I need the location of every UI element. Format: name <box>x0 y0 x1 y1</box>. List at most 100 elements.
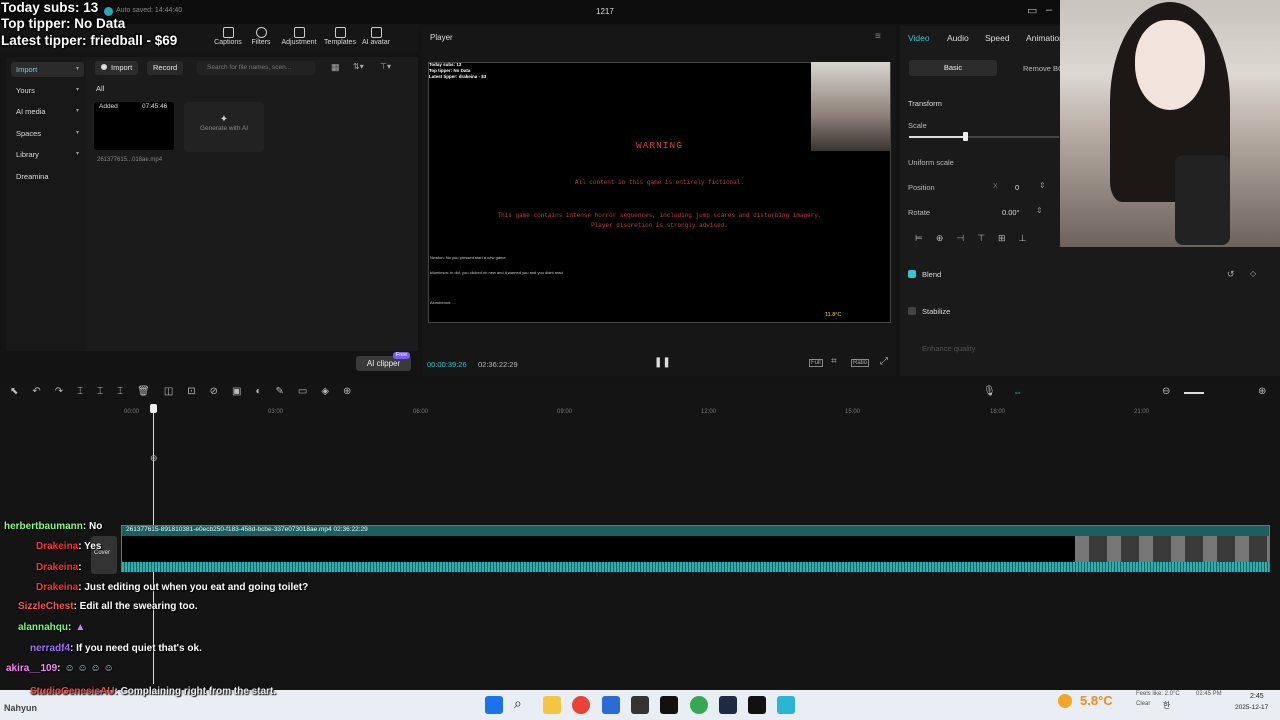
timeline-tools[interactable]: ⬉↶↷⌶⌶⌶🗑◫⊡⊘▣◐✎▭◈⊕ <box>10 386 365 397</box>
scale-slider-handle[interactable] <box>962 132 968 141</box>
stabilize-label: Stabilize <box>922 307 951 316</box>
obs-icon[interactable] <box>660 696 678 714</box>
ratio-button[interactable]: Ratio <box>851 359 870 367</box>
project-title[interactable]: 1217 <box>596 7 614 16</box>
uniform-scale-label: Uniform scale <box>908 158 954 167</box>
zoom-in-icon[interactable]: ⊕ <box>1258 386 1266 397</box>
search-input[interactable]: Search for file names, scen... <box>197 61 315 75</box>
enhance-quality-label: Enhance quality <box>922 344 976 353</box>
import-button[interactable]: Import <box>95 61 139 75</box>
timeline-tick: 09:00 <box>557 409 573 415</box>
filter-icon[interactable]: ⊤▾ <box>380 62 391 71</box>
clip-frames-thumbnails <box>1075 536 1269 562</box>
chat-line: Drakeina: <box>36 562 82 573</box>
nav-library[interactable]: Library ▾ <box>11 147 84 162</box>
zoom-out-icon[interactable]: ⊖ <box>1162 386 1170 397</box>
clip-status: Added <box>99 103 118 110</box>
chevron-down-icon: ▾ <box>75 108 79 114</box>
blend-label: Blend <box>922 270 942 279</box>
chat-line: akira__109: ☺ ☺ ☺ ☺ <box>6 663 114 674</box>
chat-line: Nahyun <box>4 703 38 713</box>
rotate-input[interactable]: 0.00° <box>1002 208 1020 217</box>
nav-import[interactable]: Import ▾ <box>11 62 84 77</box>
menu-icon[interactable]: ≡ <box>875 31 881 42</box>
reset-icon[interactable]: ↺ <box>1227 269 1235 280</box>
capcut-icon[interactable] <box>748 696 766 714</box>
mini-chat-line: Newton: No you pressed start a new game <box>430 255 506 260</box>
align-buttons[interactable]: ⊨⊕⊣⊤⊞⊥ <box>915 233 1039 244</box>
scale-slider[interactable] <box>909 136 1059 138</box>
player-title: Player <box>430 33 453 42</box>
app-icon[interactable] <box>631 696 649 714</box>
ime-indicator[interactable]: 한 <box>1163 700 1170 711</box>
transform-section[interactable]: Transform <box>908 99 942 108</box>
timeline-tick: 18:00 <box>990 409 1006 415</box>
chevron-down-icon: ▾ <box>75 66 79 72</box>
chat-line: StudioGenesisAU: Complaining right from … <box>30 686 277 697</box>
stepper-icon[interactable]: ⇕ <box>1036 206 1043 215</box>
chrome-icon[interactable] <box>690 696 708 714</box>
tab-audio[interactable]: Audio <box>947 33 969 43</box>
blend-checkbox[interactable] <box>908 270 916 278</box>
stepper-icon[interactable]: ⇕ <box>1039 181 1046 190</box>
stabilize-checkbox[interactable] <box>908 307 916 315</box>
nav-yours[interactable]: Yours ▾ <box>11 83 84 98</box>
mini-chat-line: kilumimon: in did, you clicked on new an… <box>430 270 563 275</box>
generate-with-ai-button[interactable]: ✦ Generate with AI <box>184 102 264 152</box>
clock-date[interactable]: 2025-12-17 <box>1235 704 1268 711</box>
nav-dreamina[interactable]: Dreamina <box>11 169 84 184</box>
today-subs: Today subs: 13 <box>1 0 99 15</box>
keyframe-icon[interactable]: ◇ <box>1250 269 1256 278</box>
clock-time[interactable]: 2:45 <box>1250 693 1264 700</box>
tab-filters[interactable]: Filters <box>243 27 279 46</box>
emote-icon: ▲ <box>75 622 86 633</box>
adjustment-icon <box>293 27 305 38</box>
minimize-icon[interactable]: – <box>1046 4 1052 16</box>
filter-all[interactable]: All <box>96 84 104 93</box>
layout-icon[interactable]: ▭ <box>1027 4 1037 17</box>
chat-line: SizzleChest: Edit all the swearing too. <box>18 601 198 612</box>
tab-animation[interactable]: Animation <box>1026 33 1064 43</box>
chat-line: Drakeina: Yes <box>36 541 102 552</box>
timeline-tick: 00:00 <box>124 409 140 415</box>
pause-icon[interactable]: ❚❚ <box>654 357 671 368</box>
tab-templates[interactable]: Templates <box>322 27 358 46</box>
nav-spaces[interactable]: Spaces ▾ <box>11 126 84 141</box>
sort-icon[interactable]: ⇅▾ <box>353 62 364 71</box>
tab-speed[interactable]: Speed <box>985 33 1010 43</box>
fullscreen-icon[interactable]: ⤢ <box>880 356 888 367</box>
subtab-basic[interactable]: Basic <box>909 60 997 76</box>
tab-adjustment[interactable]: Adjustment <box>281 27 317 46</box>
warning-line-3: Player discretion is strongly advised. <box>591 222 728 229</box>
app-icon[interactable] <box>777 696 795 714</box>
subtab-remove-bg[interactable]: Remove BG <box>1023 64 1064 73</box>
app-icon[interactable] <box>602 696 620 714</box>
nav-ai-media[interactable]: AI media ▾ <box>11 104 84 119</box>
warning-line-2: This game contains intense horror sequen… <box>497 212 822 219</box>
weather-feels: Feels like: 2.0°C <box>1136 691 1180 697</box>
chevron-down-icon: ▾ <box>75 151 79 157</box>
total-time: 02:36:22:29 <box>478 360 518 369</box>
mini-overlay: Today subs: 13 Top tipper: No Data Lates… <box>429 62 487 79</box>
warning-line-1: All content in this game is entirely fic… <box>574 179 745 186</box>
tab-ai-avatar[interactable]: AI avatar <box>358 27 394 46</box>
tab-captions[interactable]: Captions <box>210 27 246 46</box>
crop-icon[interactable]: ⌗ <box>831 356 837 367</box>
app-icon[interactable] <box>719 696 737 714</box>
start-icon[interactable] <box>485 696 503 714</box>
mini-chat-line: Alumberoni: ... <box>430 300 456 305</box>
grid-view-icon[interactable]: ▦ <box>331 62 340 73</box>
mic-icon[interactable]: 🎙 <box>983 386 996 397</box>
search-icon[interactable]: ⌕ <box>514 695 522 712</box>
position-x-label: X <box>993 183 998 190</box>
chrome-icon[interactable] <box>572 696 590 714</box>
file-explorer-icon[interactable] <box>543 696 561 714</box>
zoom-slider[interactable] <box>1184 392 1204 394</box>
tab-video[interactable]: Video <box>908 33 930 43</box>
full-quality-button[interactable]: Full <box>809 359 823 367</box>
position-x-input[interactable]: 0 <box>1015 183 1019 192</box>
link-icon[interactable]: ⇔ <box>1013 387 1022 397</box>
record-button[interactable]: Record <box>147 61 184 75</box>
playhead-handle[interactable] <box>150 404 157 413</box>
import-icon <box>101 64 107 70</box>
